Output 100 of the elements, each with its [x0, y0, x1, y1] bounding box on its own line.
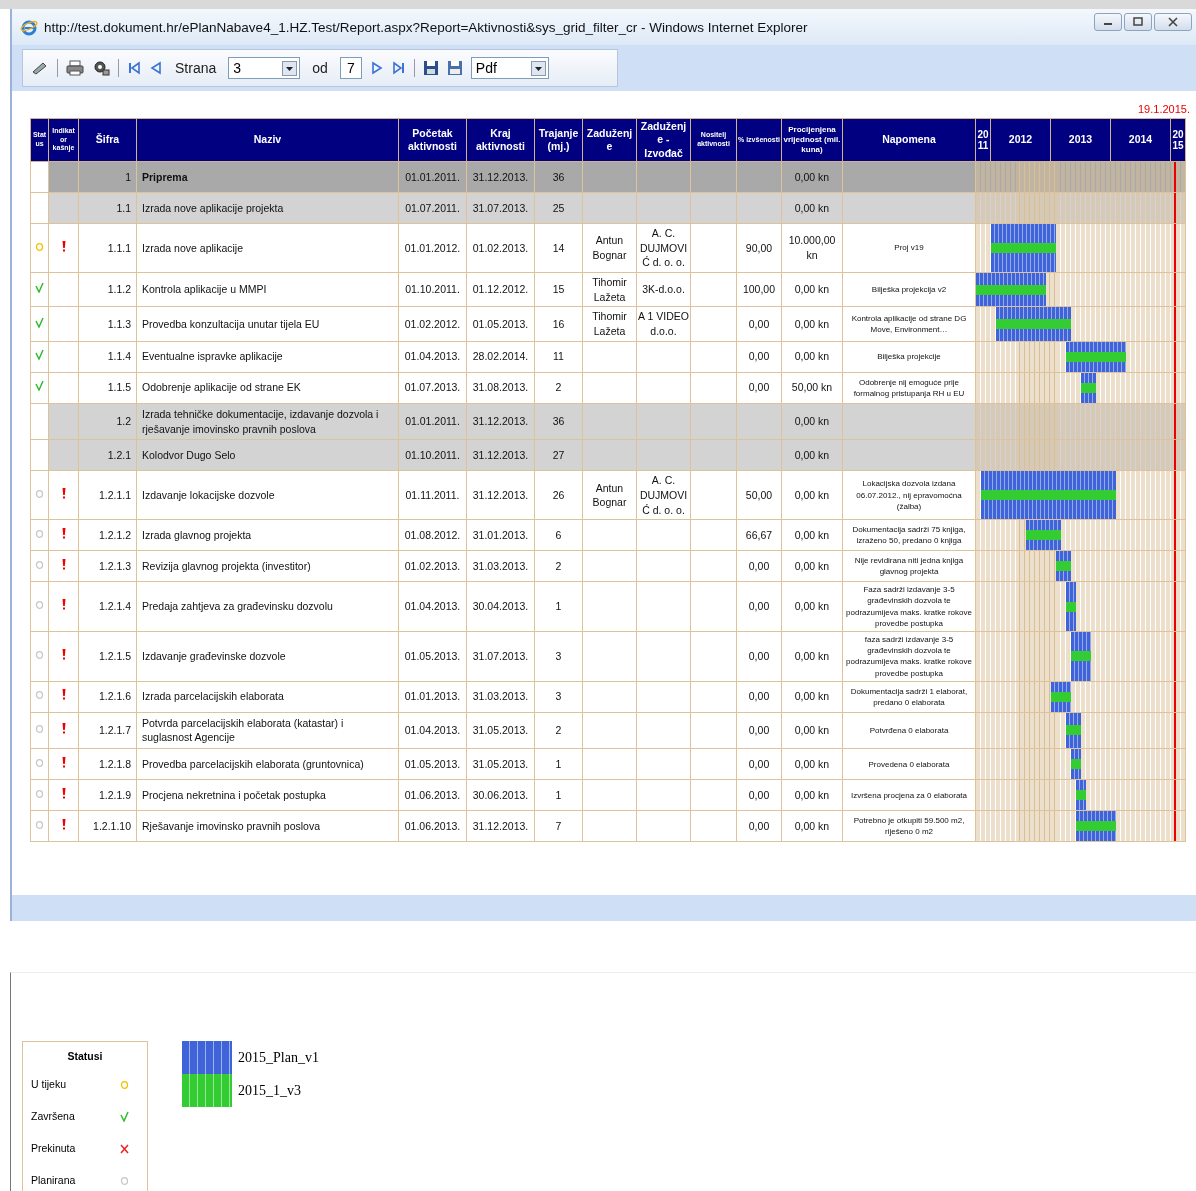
percent-cell: 0,00	[736, 631, 782, 682]
save-all-icon[interactable]	[446, 60, 463, 76]
next-page-icon[interactable]	[369, 61, 384, 75]
column-header: Procijenjena vrijednost (mil. kuna)	[781, 118, 843, 162]
gear-icon[interactable]	[92, 60, 110, 76]
date-cell: 31.12.2013.	[466, 810, 535, 842]
note-cell: Odobrenje nij emoguće prije formalnog pristupanja RH u EU	[842, 372, 976, 404]
date-cell: 28.02.2014.	[466, 341, 535, 373]
table-cell	[690, 712, 737, 749]
actual-bar	[1081, 382, 1096, 393]
name-cell: Izrada nove aplikacije projekta	[136, 192, 399, 224]
minimize-button[interactable]	[1094, 13, 1122, 31]
table-cell	[690, 519, 737, 551]
maximize-button[interactable]	[1124, 13, 1152, 31]
table-cell	[690, 341, 737, 373]
percent-cell: 0,00	[736, 372, 782, 404]
duration-cell: 3	[534, 631, 583, 682]
assignee-cell	[582, 581, 637, 632]
last-page-icon[interactable]	[391, 61, 406, 75]
table-cell	[690, 550, 737, 582]
code-cell: 1.2.1	[78, 439, 137, 471]
date-cell: 31.07.2013.	[466, 631, 535, 682]
duration-cell: 2	[534, 712, 583, 749]
previous-page-icon[interactable]	[149, 61, 163, 75]
percent-cell: 100,00	[736, 272, 782, 307]
value-cell: 0,00 kn	[781, 403, 843, 440]
contractor-cell	[636, 681, 691, 713]
assignee-cell	[582, 161, 637, 193]
column-header: Trajanje (mj.)	[534, 118, 583, 162]
percent-cell: 0,00	[736, 712, 782, 749]
duration-cell: 36	[534, 403, 583, 440]
value-cell: 50,00 kn	[781, 372, 843, 404]
first-page-icon[interactable]	[127, 61, 141, 75]
note-cell: Dokumentacija sadrži 75 knjiga, izraženo 50, predano 0 knjiga	[842, 519, 976, 551]
contractor-cell	[636, 550, 691, 582]
actual-bar	[1066, 601, 1076, 612]
assignee-cell	[582, 192, 637, 224]
contractor-cell	[636, 631, 691, 682]
date-cell: 31.03.2013.	[466, 681, 535, 713]
percent-cell: 0,00	[736, 550, 782, 582]
page-select[interactable]: 3	[228, 57, 301, 79]
name-cell: Izrada glavnog projekta	[136, 519, 399, 551]
date-cell: 01.06.2013.	[398, 810, 467, 842]
exclamation-icon	[61, 527, 66, 539]
legend-label: 2015_Plan_v1	[238, 1049, 319, 1066]
actual-bar	[1076, 790, 1086, 801]
contractor-cell	[636, 192, 691, 224]
note-cell: Bilješka projekcije	[842, 341, 976, 373]
percent-cell: 0,00	[736, 581, 782, 632]
exclamation-icon	[61, 649, 66, 661]
assignee-cell	[582, 439, 637, 471]
legend-label: 2015_1_v3	[238, 1082, 301, 1099]
note-cell: Lokacijska dozvola izdana 06.07.2012., nij epravomoćna (žalba)	[842, 470, 976, 520]
assignee-cell: Antun Bognar	[582, 223, 637, 273]
column-header: Napomena	[842, 118, 976, 162]
value-cell: 0,00 kn	[781, 631, 843, 682]
value-cell: 0,00 kn	[781, 810, 843, 842]
percent-cell: 0,00	[736, 341, 782, 373]
save-icon[interactable]	[422, 60, 439, 76]
caret-icon	[282, 60, 298, 76]
of-label: od	[312, 60, 328, 76]
name-cell: Procjena nekretnina i početak postupka	[136, 779, 399, 811]
date-cell: 01.07.2013.	[398, 372, 467, 404]
name-cell: Izrada tehničke dokumentacije, izdavanje dozvola i rješavanje imovinsko pravnih poslova	[136, 403, 399, 440]
assignee-cell	[582, 403, 637, 440]
date-cell: 01.04.2013.	[398, 341, 467, 373]
date-cell: 30.06.2013.	[466, 779, 535, 811]
assignee-cell: Antun Bognar	[582, 470, 637, 520]
note-cell: faza sadrži izdavanje 3-5 građevinskih dozvola te podrazumijeva maks. kratke rokove provedbe postupka	[842, 631, 976, 682]
date-cell: 31.07.2013.	[466, 192, 535, 224]
name-cell: Kontrola aplikacije u MMPI	[136, 272, 399, 307]
assignee-cell: Tihomir Lažeta	[582, 272, 637, 307]
close-button[interactable]	[1154, 13, 1192, 31]
value-cell: 0,00 kn	[781, 519, 843, 551]
actual-bar	[1051, 691, 1071, 702]
note-cell: Kontrola aplikacije od strane DG Move, Environment…	[842, 306, 976, 342]
pencil-icon[interactable]	[31, 60, 49, 76]
name-cell: Odobrenje aplikacije od strane EK	[136, 372, 399, 404]
column-header: Zaduženje	[582, 118, 637, 162]
exclamation-icon	[61, 487, 66, 499]
date-cell: 31.12.2013.	[466, 403, 535, 440]
contractor-cell: A 1 VIDEO d.o.o.	[636, 306, 691, 342]
page-count-field[interactable]: 7	[339, 57, 362, 79]
date-cell: 01.02.2012.	[398, 306, 467, 342]
note-cell: Potrebno je otkupiti 59.500 m2, riješeno 0 m2	[842, 810, 976, 842]
actual-bar	[1071, 759, 1081, 770]
exclamation-icon	[61, 599, 66, 611]
code-cell: 1.1.3	[78, 306, 137, 342]
table-cell	[690, 272, 737, 307]
column-header: Zaduženje - Izvođač	[636, 118, 691, 162]
contractor-cell	[636, 439, 691, 471]
format-select[interactable]: Pdf	[470, 57, 549, 79]
assignee-cell	[582, 372, 637, 404]
printer-icon[interactable]	[66, 60, 84, 76]
date-cell: 01.10.2011.	[398, 272, 467, 307]
assignee-cell	[582, 519, 637, 551]
code-cell: 1.2.1.5	[78, 631, 137, 682]
column-header: Kraj aktivnosti	[466, 118, 535, 162]
value-cell: 0,00 kn	[781, 748, 843, 780]
name-cell: Izdavanje lokacijske dozvole	[136, 470, 399, 520]
